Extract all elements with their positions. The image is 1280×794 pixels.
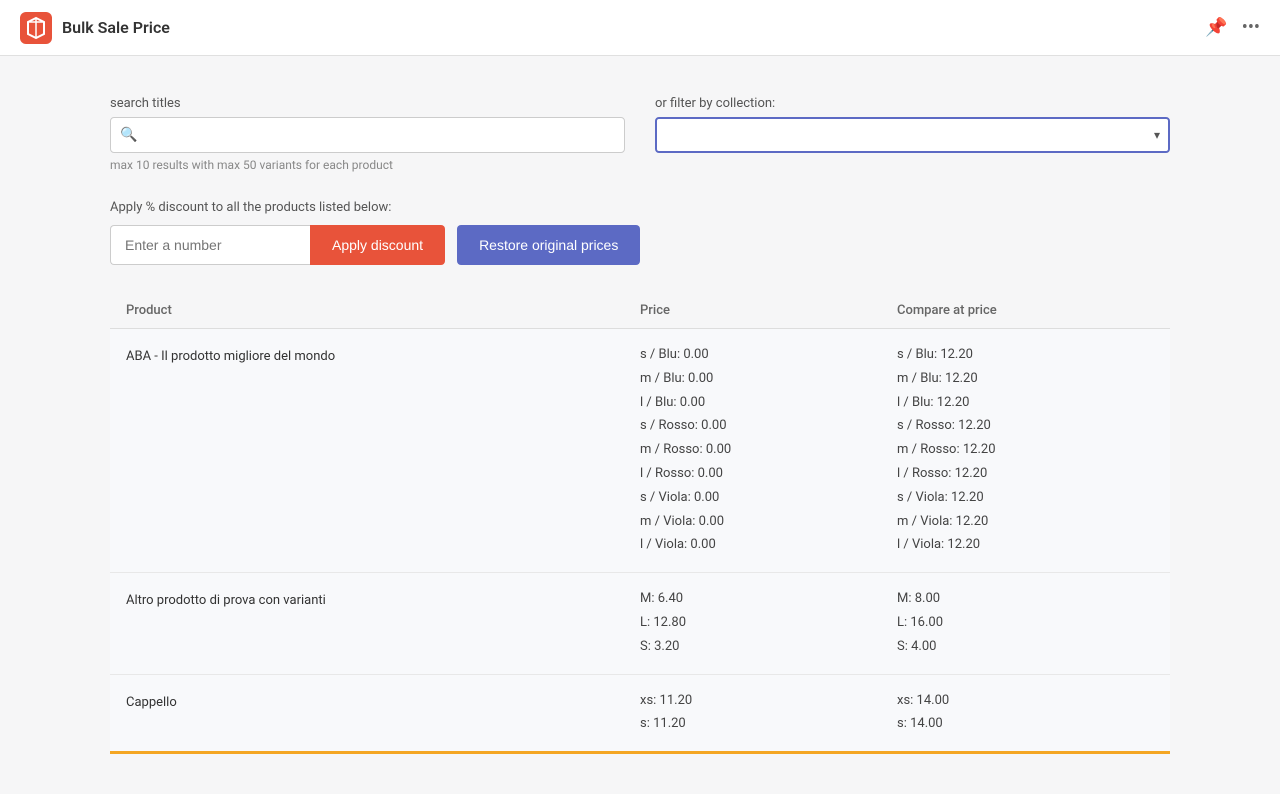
search-input-wrap: 🔍 [110, 117, 625, 153]
product-name: Cappello [126, 691, 640, 736]
compare-price-list: s / Blu: 12.20 m / Blu: 12.20 l / Blu: 12.… [897, 345, 1154, 556]
search-group: search titles 🔍 max 10 results with max … [110, 96, 625, 172]
price-item: s / Viola: 0.00 [640, 488, 897, 509]
app-title: Bulk Sale Price [62, 18, 170, 37]
apply-discount-button[interactable]: Apply discount [310, 225, 445, 265]
filter-label: or filter by collection: [655, 96, 1170, 111]
collection-filter-select[interactable] [655, 117, 1170, 153]
compare-price-list: M: 8.00 L: 16.00 S: 4.00 [897, 589, 1154, 657]
discount-controls: Apply discount Restore original prices [110, 225, 1170, 265]
price-item: m / Blu: 0.00 [640, 369, 897, 390]
price-item: l / Viola: 0.00 [640, 535, 897, 556]
topbar: Bulk Sale Price 📌 ••• [0, 0, 1280, 56]
col-header-price: Price [640, 303, 897, 318]
price-item: m / Rosso: 0.00 [640, 440, 897, 461]
compare-price-item: xs: 14.00 [897, 691, 1154, 712]
compare-price-item: l / Viola: 12.20 [897, 535, 1154, 556]
more-options-icon[interactable]: ••• [1242, 17, 1260, 38]
compare-price-item: s / Blu: 12.20 [897, 345, 1154, 366]
price-list: xs: 11.20s: 11.20 [640, 691, 897, 736]
price-item: l / Rosso: 0.00 [640, 464, 897, 485]
compare-price-item: L: 16.00 [897, 613, 1154, 634]
compare-price-item: S: 4.00 [897, 637, 1154, 658]
topbar-left: Bulk Sale Price [20, 12, 170, 44]
main-content: search titles 🔍 max 10 results with max … [50, 56, 1230, 794]
price-item: l / Blu: 0.00 [640, 393, 897, 414]
compare-price-item: s / Viola: 12.20 [897, 488, 1154, 509]
pin-icon[interactable]: 📌 [1205, 17, 1227, 38]
search-input[interactable] [110, 117, 625, 153]
compare-price-item: m / Rosso: 12.20 [897, 440, 1154, 461]
compare-price-item: s: 14.00 [897, 714, 1154, 735]
discount-row: Apply % discount to all the products lis… [110, 200, 1170, 265]
col-header-product: Product [126, 303, 640, 318]
price-item: s / Blu: 0.00 [640, 345, 897, 366]
search-label: search titles [110, 96, 625, 111]
table-header: Product Price Compare at price [110, 293, 1170, 329]
table-row: Cappelloxs: 11.20s: 11.20xs: 14.00s: 14.… [110, 675, 1170, 752]
filter-select-wrap: ▾ [655, 117, 1170, 153]
compare-price-list: xs: 14.00s: 14.00 [897, 691, 1154, 736]
compare-price-item: l / Blu: 12.20 [897, 393, 1154, 414]
product-name: ABA - Il prodotto migliore del mondo [126, 345, 640, 556]
app-logo-icon [20, 12, 52, 44]
product-name: Altro prodotto di prova con varianti [126, 589, 640, 657]
bottom-accent [110, 751, 1170, 754]
compare-price-item: s / Rosso: 12.20 [897, 416, 1154, 437]
col-header-compare: Compare at price [897, 303, 1154, 318]
price-item: L: 12.80 [640, 613, 897, 634]
compare-price-item: m / Blu: 12.20 [897, 369, 1154, 390]
price-item: s / Rosso: 0.00 [640, 416, 897, 437]
table-row: ABA - Il prodotto migliore del mondos / … [110, 329, 1170, 573]
topbar-right: 📌 ••• [1205, 17, 1260, 38]
price-item: s: 11.20 [640, 714, 897, 735]
filter-group: or filter by collection: ▾ [655, 96, 1170, 153]
price-list: M: 6.40 L: 12.80 S: 3.20 [640, 589, 897, 657]
search-filter-row: search titles 🔍 max 10 results with max … [110, 96, 1170, 172]
compare-price-item: l / Rosso: 12.20 [897, 464, 1154, 485]
search-hint: max 10 results with max 50 variants for … [110, 158, 625, 172]
price-item: S: 3.20 [640, 637, 897, 658]
price-item: xs: 11.20 [640, 691, 897, 712]
table-body: ABA - Il prodotto migliore del mondos / … [110, 329, 1170, 751]
compare-price-item: m / Viola: 12.20 [897, 512, 1154, 533]
price-item: m / Viola: 0.00 [640, 512, 897, 533]
discount-input[interactable] [110, 225, 310, 265]
discount-label: Apply % discount to all the products lis… [110, 200, 1170, 215]
restore-prices-button[interactable]: Restore original prices [457, 225, 640, 265]
search-icon: 🔍 [120, 127, 137, 143]
price-list: s / Blu: 0.00m / Blu: 0.00l / Blu: 0.00s… [640, 345, 897, 556]
price-item: M: 6.40 [640, 589, 897, 610]
compare-price-item: M: 8.00 [897, 589, 1154, 610]
table-row: Altro prodotto di prova con variantiM: 6… [110, 573, 1170, 674]
